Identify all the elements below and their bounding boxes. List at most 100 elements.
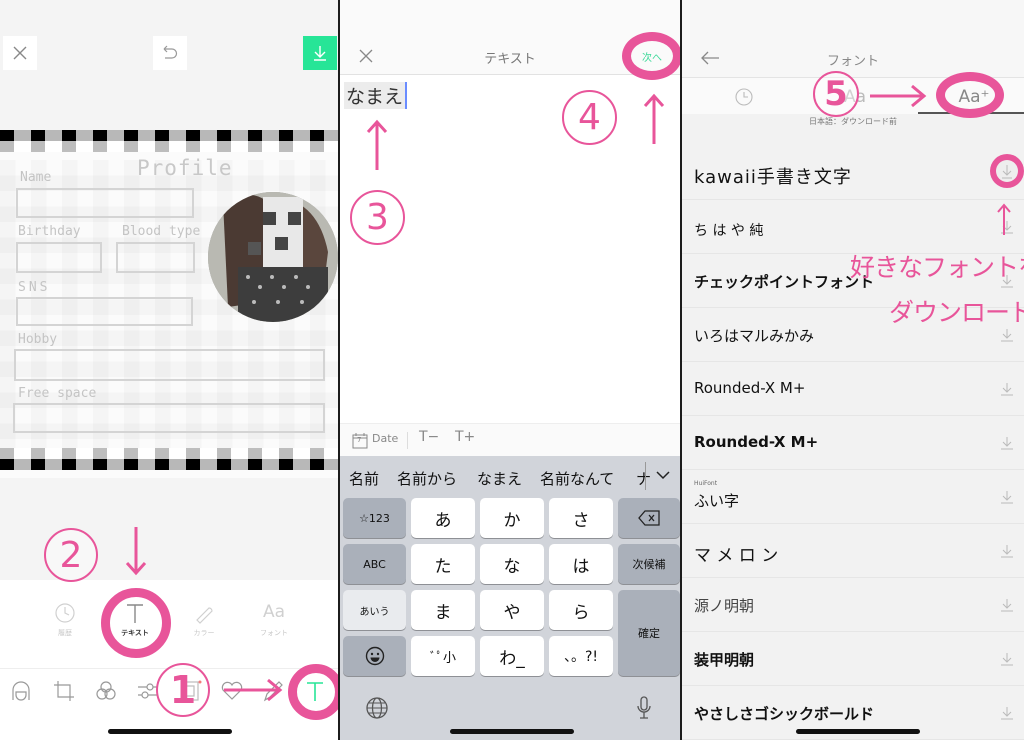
font-item[interactable]: 源ノ明朝 — [682, 578, 1024, 632]
field-box-free-space[interactable] — [13, 403, 325, 433]
undo-icon — [163, 45, 178, 59]
candidate[interactable]: なまえ — [477, 468, 522, 489]
font-name: ふい字 — [694, 492, 740, 510]
download-icon[interactable] — [1000, 328, 1014, 342]
highlight-dot-download — [990, 154, 1024, 188]
home-indicator — [450, 729, 574, 734]
download-icon[interactable] — [1000, 490, 1014, 504]
field-box-blood-type[interactable] — [116, 242, 195, 273]
edit-sheet: 履歴 テキスト カラー Aa フォント — [0, 580, 338, 740]
home-indicator — [796, 729, 920, 734]
check-border-top-2 — [0, 141, 338, 152]
tab-history[interactable] — [722, 82, 766, 112]
key-kana[interactable]: あいう — [343, 590, 406, 630]
filter-icon[interactable] — [94, 680, 118, 702]
key-na[interactable]: な — [480, 544, 544, 584]
field-box-sns[interactable] — [16, 297, 193, 326]
font-name: 源ノ明朝 — [694, 597, 755, 615]
highlight-ring-next — [622, 32, 680, 80]
key-sa[interactable]: さ — [549, 498, 613, 538]
step-3-badge: 3 — [350, 190, 405, 245]
clock-icon — [55, 603, 75, 623]
text-input-panel: テキスト 次へ なまえ 3 4 7 Date T− T+ 名前 名前から なまえ… — [340, 0, 680, 740]
key-backspace[interactable] — [618, 498, 680, 538]
face-icon[interactable] — [10, 680, 32, 702]
font-item[interactable]: HuiFont ふい字 — [682, 470, 1024, 524]
key-dakuten[interactable]: ﾞﾟ小 — [411, 636, 475, 676]
key-next-candidate[interactable]: 次候補 — [618, 544, 680, 584]
close-button[interactable] — [3, 36, 37, 70]
candidate[interactable]: 名前なんて — [540, 468, 614, 489]
globe-icon[interactable] — [366, 697, 388, 719]
home-indicator — [108, 729, 232, 734]
font-item[interactable]: Rounded-X M+ — [682, 416, 1024, 470]
text-larger-button[interactable]: T+ — [455, 429, 475, 445]
date-button[interactable]: Date — [372, 432, 398, 445]
text-smaller-button[interactable]: T− — [419, 429, 439, 445]
profile-photo[interactable] — [208, 192, 338, 322]
font-item[interactable]: kawaii手書き文字 — [682, 146, 1024, 200]
text-input[interactable]: なまえ — [344, 82, 408, 109]
candidate[interactable]: 名前 — [349, 468, 379, 489]
font-item[interactable]: マ メ ロ ン — [682, 524, 1024, 578]
key-ma[interactable]: ま — [411, 590, 475, 630]
key-ra[interactable]: ら — [549, 590, 613, 630]
field-label-birthday: Birthday — [18, 224, 81, 239]
key-ta[interactable]: た — [411, 544, 475, 584]
field-box-birthday[interactable] — [16, 242, 102, 273]
key-a[interactable]: あ — [411, 498, 475, 538]
candidate[interactable]: ナ — [636, 468, 651, 489]
key-abc[interactable]: ABC — [343, 544, 406, 584]
arrow-up-icon — [997, 203, 1011, 235]
key-ha[interactable]: は — [549, 544, 613, 584]
tool-font[interactable]: Aa フォント — [244, 602, 304, 638]
calendar-day: 7 — [357, 436, 362, 444]
download-icon[interactable] — [1000, 544, 1014, 558]
step-5-badge: 5 — [813, 71, 859, 117]
highlight-ring-text-button — [288, 664, 338, 720]
font-header: フォント — [682, 0, 1024, 78]
font-name: やさしさゴシックボールド — [694, 705, 875, 723]
undo-button[interactable] — [153, 36, 187, 70]
tool-color[interactable]: カラー — [174, 602, 234, 638]
key-confirm[interactable]: 確定 — [618, 590, 680, 676]
field-box-hobby[interactable] — [14, 349, 325, 381]
key-symbols[interactable]: ☆123 — [343, 498, 406, 538]
font-name: kawaii手書き文字 — [694, 167, 852, 188]
key-ka[interactable]: か — [480, 498, 544, 538]
candidate[interactable]: 名前から — [397, 468, 457, 489]
key-wa[interactable]: わ_ — [480, 636, 544, 676]
field-label-sns: SNS — [18, 280, 51, 295]
download-icon[interactable] — [1000, 652, 1014, 666]
tool-font-label: フォント — [260, 629, 288, 637]
key-ya[interactable]: や — [480, 590, 544, 630]
crop-icon[interactable] — [53, 680, 75, 702]
font-item[interactable]: Rounded-X M+ — [682, 362, 1024, 416]
field-label-blood-type: Blood type — [122, 224, 201, 239]
download-icon[interactable] — [1000, 436, 1014, 450]
font-item[interactable]: 装甲明朝 — [682, 632, 1024, 686]
tool-color-label: カラー — [193, 629, 215, 637]
step-1-badge: 1 — [156, 663, 210, 717]
download-icon[interactable] — [1000, 598, 1014, 612]
save-button[interactable] — [303, 36, 337, 70]
font-icon: Aa — [262, 602, 286, 622]
key-emoji[interactable] — [343, 636, 406, 676]
download-icon[interactable] — [1000, 706, 1014, 720]
arrow-up-icon — [366, 119, 388, 170]
tool-history[interactable]: 履歴 — [35, 602, 95, 638]
key-punctuation[interactable]: 、。?! — [549, 636, 613, 676]
chevron-down-icon[interactable] — [656, 470, 670, 480]
photo-illustration — [208, 192, 338, 322]
font-name: マ メ ロ ン — [694, 546, 779, 566]
microphone-icon[interactable] — [636, 696, 652, 720]
step-4-badge: 4 — [562, 90, 617, 145]
brush-icon — [196, 607, 213, 624]
download-icon[interactable] — [1000, 382, 1014, 396]
arrow-down-icon — [125, 527, 147, 576]
template-title: Profile — [137, 156, 233, 180]
font-item[interactable]: ち は や 純 — [682, 200, 1024, 254]
font-name: Rounded-X M+ — [694, 433, 819, 451]
field-box-name[interactable] — [16, 188, 194, 218]
template-canvas[interactable]: Profile Name Birthday Blood type SNS Hob… — [0, 130, 338, 478]
